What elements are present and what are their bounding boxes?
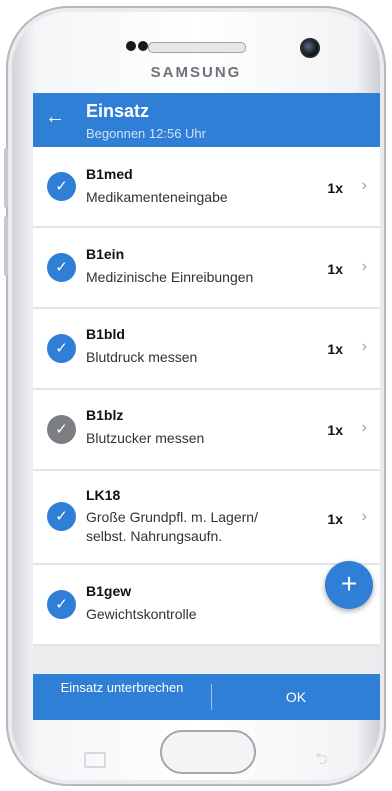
home-button[interactable] [160,730,256,774]
back-nav-icon[interactable]: ⮌ [315,748,328,775]
sensor-dot [126,41,136,51]
chevron-right-icon[interactable]: › [362,338,367,356]
app-bar: ← Einsatz Begonnen 12:56 Uhr [33,93,380,147]
recent-apps-icon[interactable] [84,752,106,768]
check-icon[interactable]: ✓ [47,172,76,201]
back-arrow-icon[interactable]: ← [45,107,65,127]
list-item[interactable]: ✓ B1blz Blutzucker messen 1x › [33,390,380,471]
item-code: B1bld [86,326,125,342]
item-count: 1x [327,422,343,438]
check-icon[interactable]: ✓ [47,334,76,363]
bottom-action-bar: Einsatz unterbrechen OK [33,674,380,720]
list-item[interactable]: ✓ LK18 Große Grundpfl. m. Lagern/ selbst… [33,471,380,565]
check-icon[interactable]: ✓ [47,253,76,282]
item-description: Blutdruck messen [86,349,198,365]
item-code: B1med [86,166,133,182]
item-description: Blutzucker messen [86,430,205,446]
chevron-right-icon[interactable]: › [362,508,367,526]
item-code: B1blz [86,407,124,423]
item-code: LK18 [86,487,121,503]
chevron-right-icon[interactable]: › [362,258,367,276]
chevron-right-icon[interactable]: › [362,177,367,195]
volume-button [4,148,8,208]
list-item[interactable]: ✓ B1bld Blutdruck messen 1x › [33,309,380,390]
item-description: Medizinische Einreibungen [86,269,254,285]
check-icon[interactable]: ✓ [47,415,76,444]
item-count: 1x [327,511,343,527]
volume-button-2 [4,216,8,276]
app-screen: ← Einsatz Begonnen 12:56 Uhr ✓ B1med Med… [33,93,380,720]
item-description: Große Grundpfl. m. Lagern/ selbst. Nahru… [86,509,258,544]
item-description: Gewichtskontrolle [86,606,197,622]
item-count: 1x [327,261,343,277]
sensor-dot-2 [138,41,148,51]
add-button[interactable]: + [325,561,373,609]
item-code: B1ein [86,246,125,262]
item-code: B1gew [86,583,132,599]
chevron-right-icon[interactable]: › [362,419,367,437]
item-description: Medikamenteneingabe [86,189,228,205]
list-item[interactable]: ✓ B1ein Medizinische Einreibungen 1x › [33,228,380,309]
earpiece-speaker [148,42,246,53]
item-count: 1x [327,341,343,357]
interrupt-button[interactable]: Einsatz unterbrechen [33,674,211,720]
item-count: 1x [327,180,343,196]
page-subtitle: Begonnen 12:56 Uhr [86,126,206,141]
check-icon[interactable]: ✓ [47,502,76,531]
brand-logo: SAMSUNG [150,64,242,81]
front-camera [300,38,320,58]
page-title: Einsatz [86,101,150,121]
list-item[interactable]: ✓ B1med Medikamenteneingabe 1x › [33,147,380,228]
ok-button[interactable]: OK [212,674,380,720]
check-icon[interactable]: ✓ [47,590,76,619]
